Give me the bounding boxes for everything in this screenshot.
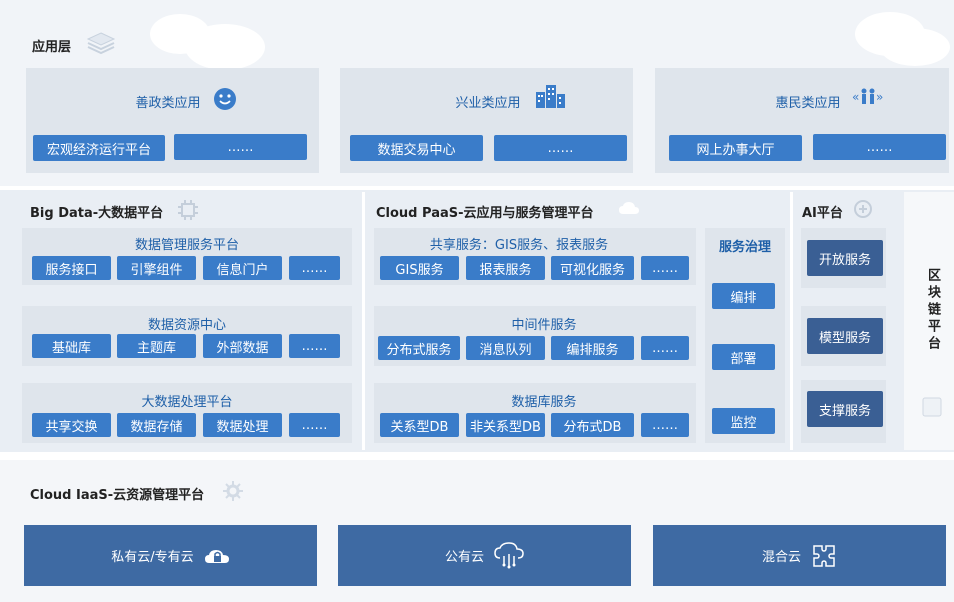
paas-item-more-3[interactable]: …… — [641, 413, 689, 437]
decor-cloud-right-2 — [880, 28, 950, 66]
smiley-icon — [212, 86, 238, 112]
divider-1 — [362, 192, 365, 450]
app-item-data-exchange[interactable]: 数据交易中心 — [350, 135, 483, 161]
paas-section-1-title: 共享服务：GIS服务、报表服务 — [429, 238, 609, 253]
bigdata-section-2-title: 数据资源中心 — [147, 318, 226, 333]
bd-item-data-storage[interactable]: 数据存储 — [117, 413, 196, 437]
divider-2 — [790, 192, 793, 450]
cloud-network-icon — [494, 541, 524, 570]
svg-text:»: » — [876, 90, 883, 104]
chip-icon — [176, 198, 200, 222]
paas-item-relational-db[interactable]: 关系型DB — [380, 413, 459, 437]
paas-title: Cloud PaaS-云应用与服务管理平台 — [376, 206, 594, 221]
bd-item-data-processing[interactable]: 数据处理 — [203, 413, 282, 437]
bd-item-info-portal[interactable]: 信息门户 — [203, 256, 282, 280]
bd-item-more-1[interactable]: …… — [289, 256, 340, 280]
ai-item-open-service[interactable]: 开放服务 — [807, 240, 883, 276]
governance-title: 服务治理 — [718, 240, 771, 255]
app-item-more-1[interactable]: …… — [174, 134, 307, 160]
gov-item-deploy[interactable]: 部署 — [712, 344, 775, 370]
ai-item-support-service[interactable]: 支撑服务 — [807, 391, 883, 427]
bd-item-base-lib[interactable]: 基础库 — [32, 334, 111, 358]
decor-cloud-left-2 — [185, 24, 265, 70]
iaas-public-cloud-label: 公有云 — [444, 550, 484, 565]
paas-item-nosql-db[interactable]: 非关系型DB — [466, 413, 545, 437]
bd-item-engine-component[interactable]: 引擎组件 — [117, 256, 196, 280]
paas-item-visual[interactable]: 可视化服务 — [551, 256, 634, 280]
bigdata-title: Big Data-大数据平台 — [30, 206, 164, 221]
iaas-private-cloud-label: 私有云/专有云 — [111, 550, 194, 565]
bd-item-topic-lib[interactable]: 主题库 — [117, 334, 196, 358]
buildings-icon — [534, 80, 566, 110]
app-item-more-2[interactable]: …… — [494, 135, 627, 161]
bd-item-external-data[interactable]: 外部数据 — [203, 334, 282, 358]
lock-icon — [204, 545, 230, 567]
block-icon — [921, 396, 943, 418]
paas-item-distributed-db[interactable]: 分布式DB — [551, 413, 634, 437]
app-item-online-hall[interactable]: 网上办事大厅 — [669, 135, 802, 161]
paas-section-3-title: 数据库服务 — [511, 395, 577, 410]
app-item-more-3[interactable]: …… — [813, 134, 946, 160]
bd-item-more-3[interactable]: …… — [289, 413, 340, 437]
gov-item-orchestrate[interactable]: 编排 — [712, 283, 775, 309]
brain-icon — [852, 198, 874, 220]
gov-item-monitor[interactable]: 监控 — [712, 408, 775, 434]
paas-item-more-1[interactable]: …… — [641, 256, 689, 280]
paas-item-more-2[interactable]: …… — [641, 336, 689, 360]
app-group-3-title: 惠民类应用 — [775, 96, 841, 111]
people-icon: «» — [852, 86, 886, 110]
iaas-title: Cloud IaaS-云资源管理平台 — [30, 488, 205, 503]
paas-item-gis[interactable]: GIS服务 — [380, 256, 459, 280]
paas-item-mq[interactable]: 消息队列 — [466, 336, 545, 360]
paas-section-2-title: 中间件服务 — [511, 318, 577, 333]
bd-item-share-exchange[interactable]: 共享交换 — [32, 413, 111, 437]
iaas-hybrid-cloud-label: 混合云 — [761, 550, 801, 565]
bigdata-section-3-title: 大数据处理平台 — [141, 395, 233, 410]
layers-icon — [86, 30, 116, 56]
iaas-private-cloud[interactable]: 私有云/专有云 — [24, 525, 317, 586]
paas-item-orchestration[interactable]: 编排服务 — [551, 336, 634, 360]
paas-item-report[interactable]: 报表服务 — [466, 256, 545, 280]
gear-icon — [222, 480, 244, 502]
iaas-hybrid-cloud[interactable]: 混合云 — [653, 525, 946, 586]
app-layer-title: 应用层 — [32, 40, 72, 55]
bd-item-service-interface[interactable]: 服务接口 — [32, 256, 111, 280]
bd-item-more-2[interactable]: …… — [289, 334, 340, 358]
puzzle-icon — [811, 543, 837, 569]
paas-item-distributed[interactable]: 分布式服务 — [378, 336, 460, 360]
app-group-1-title: 善政类应用 — [135, 96, 201, 111]
ai-item-model-service[interactable]: 模型服务 — [807, 318, 883, 354]
cloud-icon — [618, 200, 640, 216]
bigdata-section-1-title: 数据管理服务平台 — [134, 238, 239, 253]
app-item-macro-economy[interactable]: 宏观经济运行平台 — [33, 135, 165, 161]
app-group-2-title: 兴业类应用 — [455, 96, 521, 111]
iaas-public-cloud[interactable]: 公有云 — [338, 525, 631, 586]
ai-title: AI平台 — [802, 206, 843, 221]
blockchain-title: 区块链平台 — [925, 268, 940, 353]
svg-text:«: « — [852, 90, 859, 104]
